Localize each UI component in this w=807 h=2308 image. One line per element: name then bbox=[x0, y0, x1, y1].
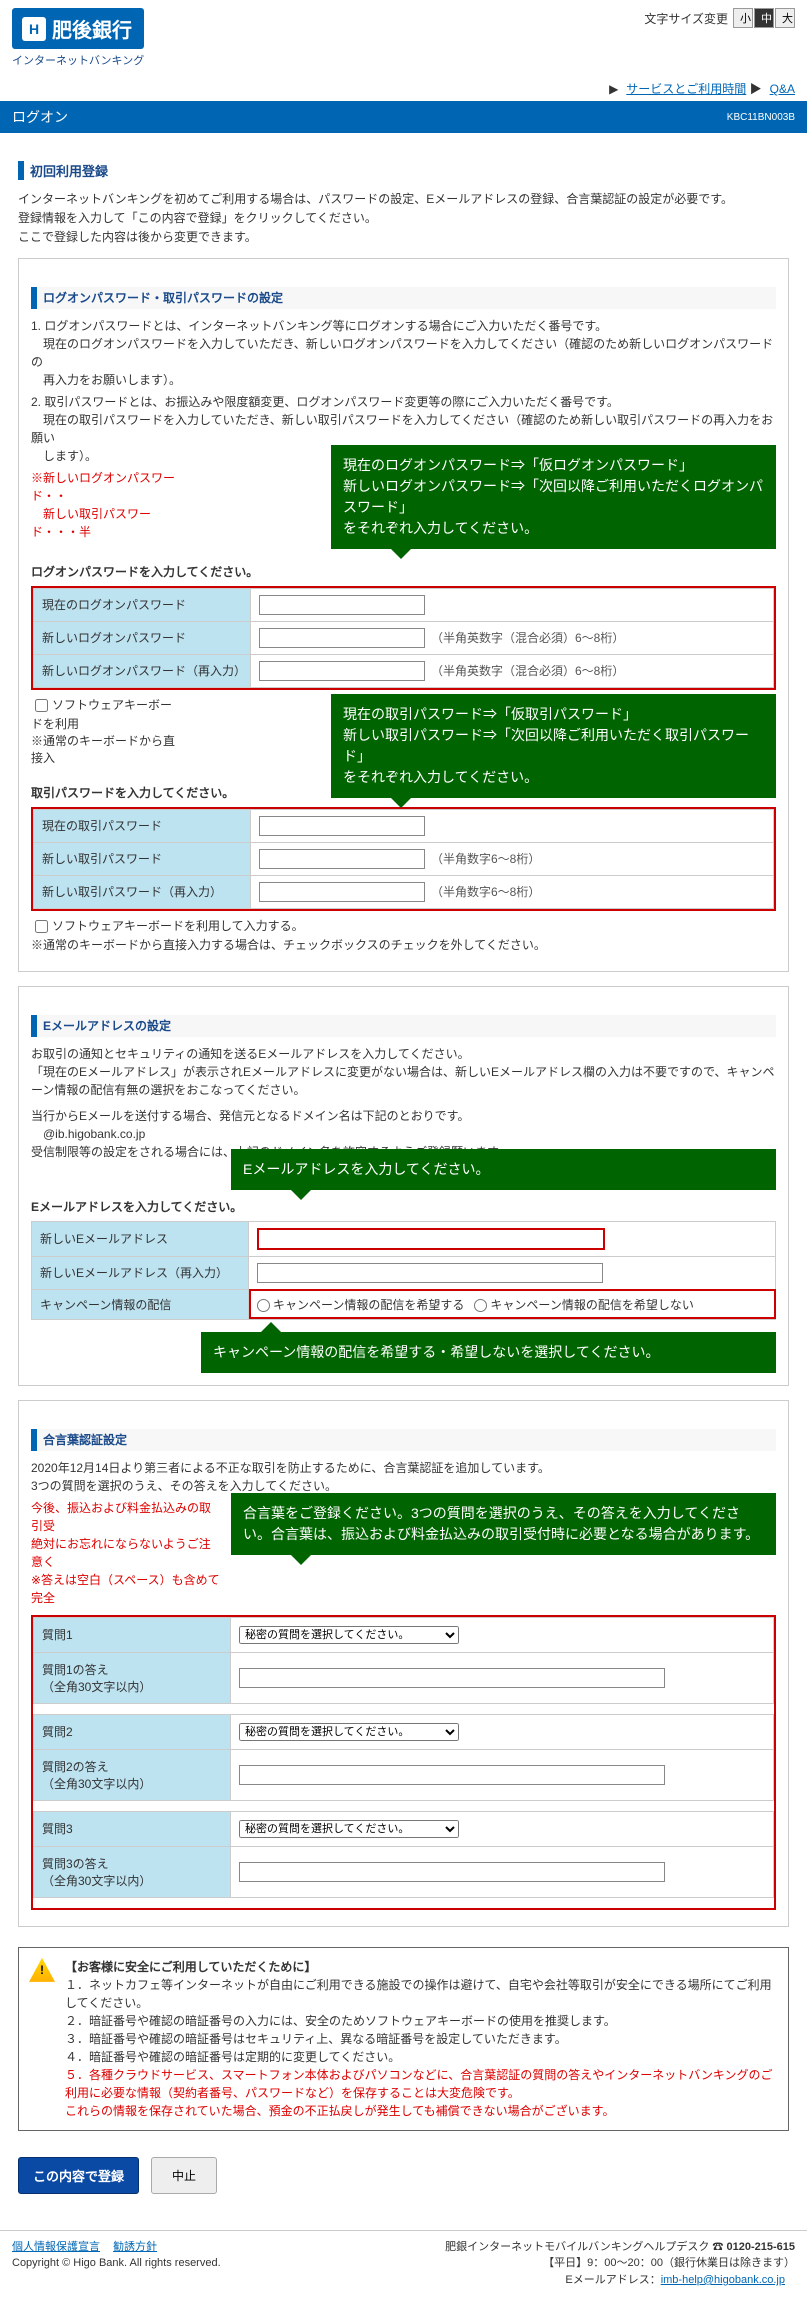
q3-label: 質問3 bbox=[34, 1811, 231, 1846]
solicitation-link[interactable]: 勧誘方針 bbox=[113, 2241, 157, 2253]
q2-label: 質問2 bbox=[34, 1714, 231, 1749]
campaign-opt-yes-radio[interactable] bbox=[257, 1299, 270, 1312]
campaign-opt-no-wrap[interactable]: キャンペーン情報の配信を希望しない bbox=[474, 1298, 693, 1312]
campaign-opt-no: キャンペーン情報の配信を希望しない bbox=[490, 1298, 693, 1312]
a1-label: 質問1の答え （全角30文字以内） bbox=[34, 1652, 231, 1703]
new-logon-pw2-label: 新しいログオンパスワード（再入力） bbox=[34, 654, 251, 687]
submit-button[interactable]: この内容で登録 bbox=[18, 2157, 139, 2194]
helpdesk-info: 肥銀インターネットモバイルバンキングヘルプデスク ☎ 0120-215-615 … bbox=[445, 2239, 795, 2289]
font-large-button[interactable]: 大 bbox=[775, 8, 795, 28]
softkb-checkbox-1[interactable] bbox=[35, 699, 48, 712]
passphrase-intro: 2020年12月14日より第三者による不正な取引を防止するために、合言葉認証を追… bbox=[31, 1459, 776, 1495]
warning-icon: ! bbox=[29, 1958, 55, 1982]
safety-title: 【お客様に安全にご利用していただくために】 bbox=[65, 1958, 776, 1976]
safety-l3: ３．暗証番号や確認の暗証番号はセキュリティ上、異なる暗証番号を設定していただきま… bbox=[65, 2030, 776, 2048]
new-email-label: 新しいEメールアドレス bbox=[32, 1221, 249, 1256]
bank-logo-icon: H bbox=[22, 17, 46, 41]
logon-pw-prompt: ログオンパスワードを入力してください。 bbox=[31, 563, 776, 580]
campaign-label: キャンペーン情報の配信 bbox=[32, 1289, 249, 1319]
current-tx-pw-label: 現在の取引パスワード bbox=[34, 809, 251, 842]
current-logon-pw-label: 現在のログオンパスワード bbox=[34, 588, 251, 621]
pw-explain-1: 1. ログオンパスワードとは、インターネットバンキング等にログオンする場合にご入… bbox=[31, 317, 776, 389]
helpdesk-hours: 【平日】9：00～20：00（銀行休業日は除きます） bbox=[543, 2257, 795, 2269]
intro-text: インターネットバンキングを初めてご利用する場合は、パスワードの設定、Eメールアド… bbox=[18, 190, 789, 248]
passphrase-warning: 今後、振込および料金払込みの取引受 絶対にお忘れにならないようご注意く ※答えは… bbox=[31, 1499, 221, 1607]
safety-l4: ４．暗証番号や確認の暗証番号は定期的に変更してください。 bbox=[65, 2048, 776, 2066]
safety-box: ! 【お客様に安全にご利用していただくために】 １．ネットカフェ等インターネット… bbox=[18, 1947, 789, 2131]
q2-select[interactable]: 秘密の質問を選択してください。 bbox=[239, 1723, 459, 1741]
softkb-checkbox-2[interactable] bbox=[35, 920, 48, 933]
callout-tx-pw: 現在の取引パスワード⇒「仮取引パスワード」 新しい取引パスワード⇒「次回以降ご利… bbox=[331, 694, 776, 798]
font-small-button[interactable]: 小 bbox=[733, 8, 753, 28]
bank-logo: H 肥後銀行 bbox=[12, 8, 144, 49]
helpdesk-name: 肥銀インターネットモバイルバンキングヘルプデスク bbox=[445, 2241, 709, 2253]
logon-pw-hint-1: （半角英数字（混合必須）6～8桁） bbox=[431, 631, 624, 645]
softkb-label-1: ソフトウェアキーボードを利用 bbox=[31, 698, 172, 731]
q3-select[interactable]: 秘密の質問を選択してください。 bbox=[239, 1820, 459, 1838]
qa-link[interactable]: Q&A bbox=[770, 82, 795, 96]
first-use-title: 初回利用登録 bbox=[18, 161, 789, 180]
new-tx-pw-label: 新しい取引パスワード bbox=[34, 842, 251, 875]
helpdesk-tel: 0120-215-615 bbox=[726, 2241, 795, 2253]
campaign-opt-yes: キャンペーン情報の配信を希望する bbox=[273, 1298, 464, 1312]
copyright: Copyright © Higo Bank. All rights reserv… bbox=[12, 2257, 221, 2269]
callout-email: Eメールアドレスを入力してください。 bbox=[231, 1149, 776, 1190]
callout-passphrase: 合言葉をご登録ください。3つの質問を選択のうえ、その答えを入力してください。合言… bbox=[231, 1493, 776, 1555]
a3-input[interactable] bbox=[239, 1862, 665, 1882]
new-logon-pw-input[interactable] bbox=[259, 628, 425, 648]
pw-warning: ※新しいログオンパスワード・・ 新しい取引パスワード・・・半 bbox=[31, 469, 181, 541]
new-email2-input[interactable] bbox=[257, 1263, 603, 1283]
email-prompt: Eメールアドレスを入力してください。 bbox=[31, 1198, 776, 1215]
new-logon-pw-label: 新しいログオンパスワード bbox=[34, 621, 251, 654]
new-email2-label: 新しいEメールアドレス（再入力） bbox=[32, 1256, 249, 1289]
new-logon-pw2-input[interactable] bbox=[259, 661, 425, 681]
current-tx-pw-input[interactable] bbox=[259, 816, 425, 836]
logon-pw-hint-2: （半角英数字（混合必須）6～8桁） bbox=[431, 664, 624, 678]
email-intro: お取引の通知とセキュリティの通知を送るEメールアドレスを入力してください。 「現… bbox=[31, 1045, 776, 1099]
new-email-input[interactable] bbox=[257, 1228, 605, 1250]
font-size-switcher: 文字サイズ変更 小 中 大 bbox=[644, 8, 795, 28]
new-tx-pw2-label: 新しい取引パスワード（再入力） bbox=[34, 875, 251, 908]
q1-label: 質問1 bbox=[34, 1617, 231, 1652]
service-tagline: インターネットバンキング bbox=[12, 52, 144, 68]
safety-l5: ５．各種クラウドサービス、スマートフォン本体およびパソコンなどに、合言葉認証の質… bbox=[65, 2066, 776, 2120]
campaign-opt-no-radio[interactable] bbox=[474, 1299, 487, 1312]
font-mid-button[interactable]: 中 bbox=[754, 8, 774, 28]
a1-input[interactable] bbox=[239, 1668, 665, 1688]
callout-campaign: キャンペーン情報の配信を希望する・希望しないを選択してください。 bbox=[201, 1332, 776, 1373]
bank-name: 肥後銀行 bbox=[52, 14, 132, 43]
helpdesk-mail-label: Eメールアドレス： bbox=[565, 2274, 660, 2286]
callout-logon-pw: 現在のログオンパスワード⇒「仮ログオンパスワード」 新しいログオンパスワード⇒「… bbox=[331, 445, 776, 549]
privacy-link[interactable]: 個人情報保護宣言 bbox=[12, 2241, 100, 2253]
current-logon-pw-input[interactable] bbox=[259, 595, 425, 615]
new-tx-pw2-input[interactable] bbox=[259, 882, 425, 902]
q1-select[interactable]: 秘密の質問を選択してください。 bbox=[239, 1626, 459, 1644]
passphrase-section-title: 合言葉認証設定 bbox=[31, 1429, 776, 1451]
softkb-note-1: ※通常のキーボードから直接入 bbox=[31, 732, 181, 766]
service-time-link[interactable]: サービスとご利用時間 bbox=[626, 82, 746, 96]
safety-l2: ２．暗証番号や確認の暗証番号の入力には、安全のためソフトウェアキーボードの使用を… bbox=[65, 2012, 776, 2030]
a2-label: 質問2の答え （全角30文字以内） bbox=[34, 1749, 231, 1800]
page-code: KBC11BN003B bbox=[727, 112, 795, 123]
font-size-label: 文字サイズ変更 bbox=[644, 10, 728, 27]
email-section-title: Eメールアドレスの設定 bbox=[31, 1015, 776, 1037]
a3-label: 質問3の答え （全角30文字以内） bbox=[34, 1846, 231, 1897]
softkb-label-2: ソフトウェアキーボードを利用して入力する。 bbox=[52, 919, 304, 933]
cancel-button[interactable]: 中止 bbox=[151, 2157, 217, 2194]
a2-input[interactable] bbox=[239, 1765, 665, 1785]
tx-pw-hint-2: （半角数字6～8桁） bbox=[431, 885, 540, 899]
softkb-note-2: ※通常のキーボードから直接入力する場合は、チェックボックスのチェックを外してくだ… bbox=[31, 936, 776, 953]
campaign-opt-yes-wrap[interactable]: キャンペーン情報の配信を希望する bbox=[257, 1298, 464, 1312]
safety-l1: １．ネットカフェ等インターネットが自由にご利用できる施設での操作は避けて、自宅や… bbox=[65, 1976, 776, 2012]
password-section-title: ログオンパスワード・取引パスワードの設定 bbox=[31, 287, 776, 309]
new-tx-pw-input[interactable] bbox=[259, 849, 425, 869]
tx-pw-hint-1: （半角数字6～8桁） bbox=[431, 852, 540, 866]
helpdesk-mail[interactable]: imb-help@higobank.co.jp bbox=[661, 2274, 785, 2286]
page-title: ログオン bbox=[12, 107, 68, 127]
